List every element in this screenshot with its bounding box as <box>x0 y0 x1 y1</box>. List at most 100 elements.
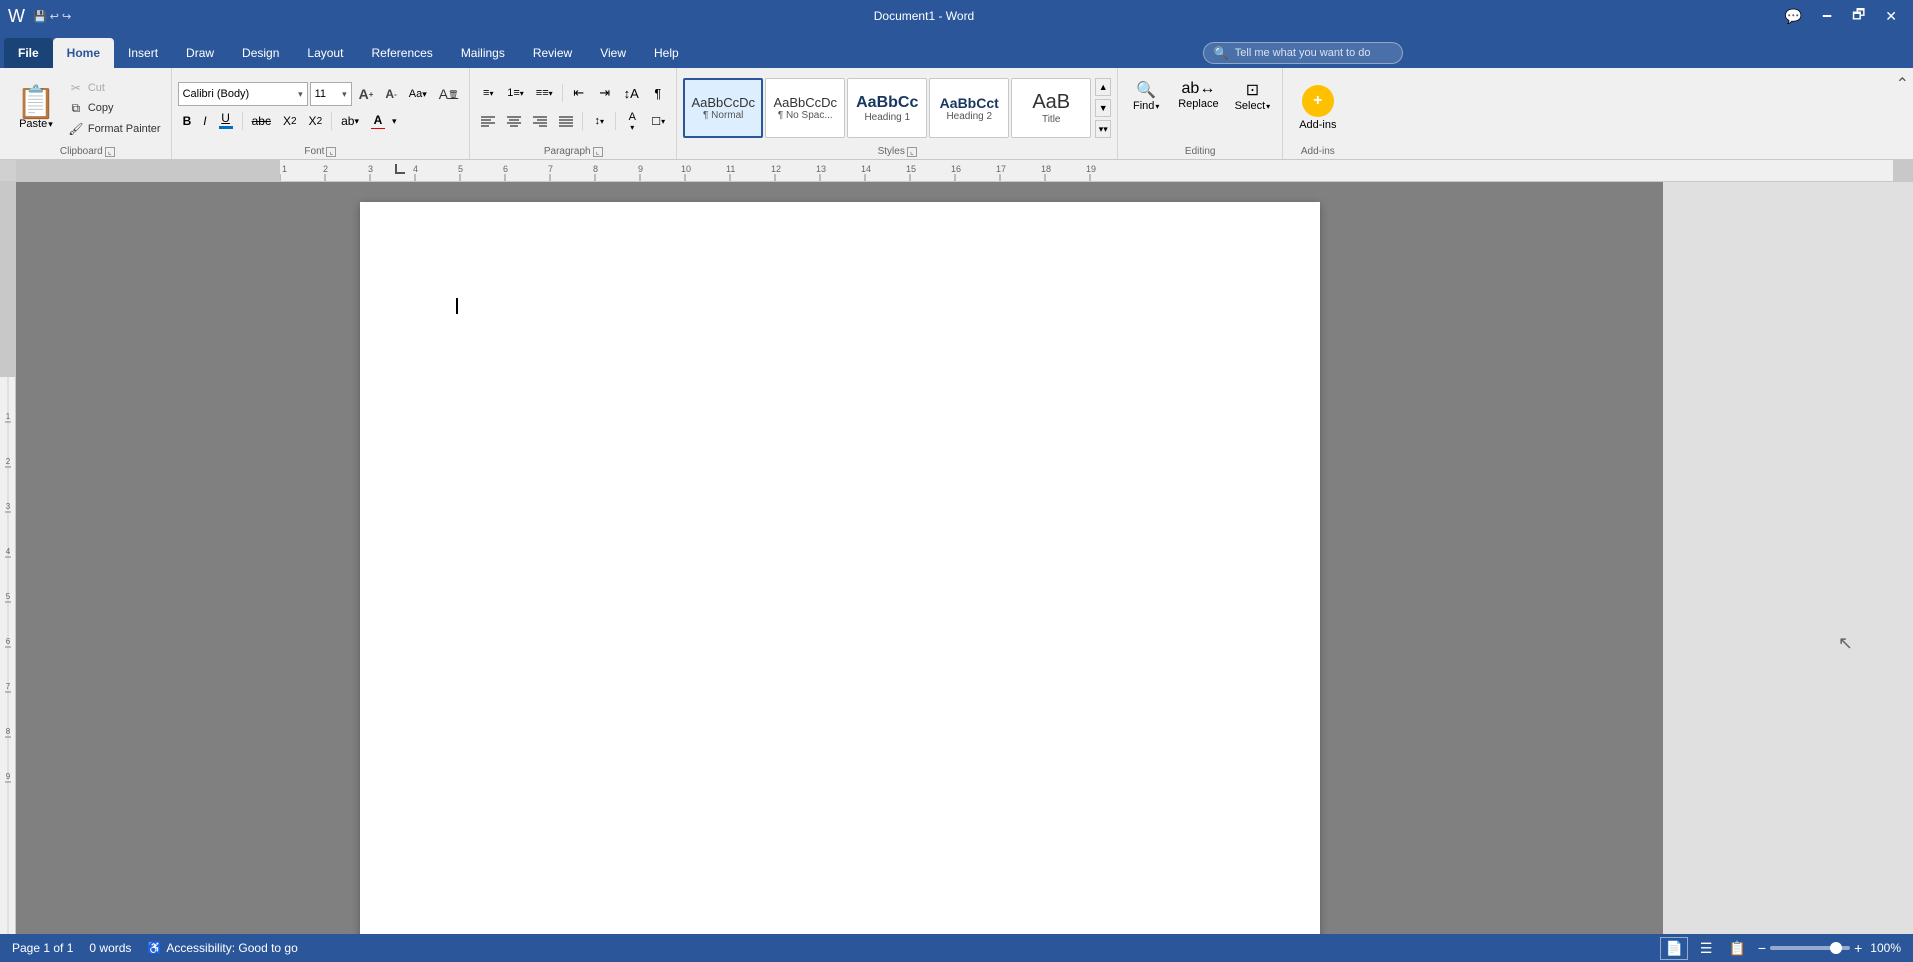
grow-font-button[interactable]: A+ <box>354 83 379 105</box>
page-content[interactable] <box>360 202 1320 934</box>
highlight-color-button[interactable]: ab▾ <box>336 110 364 132</box>
svg-text:12: 12 <box>771 164 781 174</box>
tab-file[interactable]: File <box>4 38 53 68</box>
maximize-button[interactable]: 🗗 <box>1844 0 1873 32</box>
zoom-level[interactable]: 100% <box>1870 941 1901 955</box>
style-normal-preview: AaBbCcDc <box>691 95 755 110</box>
document-page[interactable] <box>360 202 1320 934</box>
addins-button[interactable]: + Add-ins <box>1289 81 1346 135</box>
numbering-button[interactable]: 1≡▾ <box>502 81 529 105</box>
tab-stop-indicator[interactable] <box>395 164 405 174</box>
decrease-indent-button[interactable]: ⇤ <box>567 81 591 105</box>
show-paragraph-button[interactable]: ¶ <box>646 81 670 105</box>
style-normal[interactable]: AaBbCcDc ¶ Normal <box>683 78 763 138</box>
copy-button[interactable]: ⧉ Copy <box>64 99 165 118</box>
document-area[interactable] <box>16 182 1663 934</box>
zoom-minus-button[interactable]: − <box>1758 940 1766 956</box>
svg-text:5: 5 <box>458 164 463 174</box>
text-cursor <box>456 298 458 314</box>
superscript-button[interactable]: X2 <box>304 110 328 132</box>
styles-group-label: Styles ⌞ <box>683 144 1111 157</box>
minimize-button[interactable]: 🗕 <box>1814 0 1840 32</box>
style-title-label: Title <box>1042 114 1061 125</box>
style-heading2[interactable]: AaBbCct Heading 2 <box>929 78 1009 138</box>
horizontal-ruler: 1 2 3 4 5 6 7 8 9 10 11 12 13 1 <box>0 160 1913 182</box>
tab-home[interactable]: Home <box>53 38 114 68</box>
tab-review[interactable]: Review <box>519 38 586 68</box>
shading-button[interactable]: A ▾ <box>620 109 644 133</box>
increase-indent-button[interactable]: ⇥ <box>593 81 617 105</box>
web-layout-button[interactable]: ☰ <box>1696 938 1717 959</box>
accessibility-status[interactable]: ♿ Accessibility: Good to go <box>147 941 297 955</box>
status-bar: Page 1 of 1 0 words ♿ Accessibility: Goo… <box>0 934 1913 962</box>
svg-text:3: 3 <box>368 164 373 174</box>
border-button[interactable]: ☐▾ <box>646 109 670 133</box>
tab-mailings[interactable]: Mailings <box>447 38 519 68</box>
tab-help[interactable]: Help <box>640 38 693 68</box>
tab-draw[interactable]: Draw <box>172 38 228 68</box>
style-normal-label: ¶ Normal <box>703 110 743 121</box>
justify-button[interactable] <box>554 109 578 133</box>
style-no-spacing[interactable]: AaBbCcDc ¶ No Spac... <box>765 78 845 138</box>
paste-button[interactable]: 📋 Paste ▾ <box>10 82 62 134</box>
paragraph-group-label: Paragraph ⌞ <box>476 144 670 157</box>
replace-button[interactable]: ab↔ Replace <box>1172 76 1224 114</box>
styles-expand-icon[interactable]: ⌞ <box>907 147 917 157</box>
comment-icon[interactable]: 💬 <box>1777 4 1810 29</box>
font-name-selector[interactable]: Calibri (Body) ▾ <box>178 82 308 106</box>
zoom-track[interactable] <box>1770 946 1850 950</box>
font-group: Calibri (Body) ▾ 11 ▾ A+ A- Aa▾ A🗑 B I U <box>172 68 471 159</box>
svg-text:13: 13 <box>816 164 826 174</box>
font-size-selector[interactable]: 11 ▾ <box>310 82 352 106</box>
clear-formatting-button[interactable]: A🗑 <box>434 83 464 105</box>
zoom-plus-button[interactable]: + <box>1854 940 1862 956</box>
strikethrough-button[interactable]: abc <box>247 110 276 132</box>
styles-expand[interactable]: ▾▾ <box>1095 120 1111 138</box>
tab-view[interactable]: View <box>586 38 640 68</box>
collapse-ribbon-button[interactable]: ⌃ <box>1896 68 1909 159</box>
find-button[interactable]: 🔍 Find▾ <box>1124 76 1168 116</box>
svg-text:8: 8 <box>6 727 11 736</box>
format-painter-button[interactable]: 🖌 Format Painter <box>64 120 165 138</box>
sort-button[interactable]: ↕A <box>619 81 644 105</box>
bullets-button[interactable]: ≡▾ <box>476 81 500 105</box>
tab-design[interactable]: Design <box>228 38 293 68</box>
read-mode-button[interactable]: 📋 <box>1724 938 1749 959</box>
clipboard-expand-icon[interactable]: ⌞ <box>105 147 115 157</box>
ribbon: 📋 Paste ▾ ✂ Cut ⧉ Copy 🖌 Format Painter <box>0 68 1913 160</box>
change-case-button[interactable]: Aa▾ <box>404 83 432 105</box>
subscript-button[interactable]: X2 <box>278 110 302 132</box>
svg-text:18: 18 <box>1041 164 1051 174</box>
paragraph-expand-icon[interactable]: ⌞ <box>593 147 603 157</box>
cut-button[interactable]: ✂ Cut <box>64 79 165 97</box>
ruler-active[interactable]: 1 2 3 4 5 6 7 8 9 10 11 12 13 1 <box>280 160 1893 181</box>
font-expand-icon[interactable]: ⌞ <box>326 147 336 157</box>
tell-me-box[interactable]: 🔍 Tell me what you want to do <box>1203 42 1403 64</box>
font-row-1: Calibri (Body) ▾ 11 ▾ A+ A- Aa▾ A🗑 <box>178 82 464 106</box>
shrink-font-button[interactable]: A- <box>380 83 401 105</box>
close-button[interactable]: ✕ <box>1877 4 1905 29</box>
align-center-button[interactable] <box>502 109 526 133</box>
style-heading1[interactable]: AaBbCc Heading 1 <box>847 78 927 138</box>
vruler-marks: 1 2 3 4 5 6 7 8 9 <box>0 377 16 934</box>
align-left-button[interactable] <box>476 109 500 133</box>
underline-button[interactable]: U <box>214 110 238 132</box>
multilevel-button[interactable]: ≡≡▾ <box>531 81 558 105</box>
ribbon-spacer <box>1352 68 1895 159</box>
bold-button[interactable]: B <box>178 110 197 132</box>
svg-text:1: 1 <box>282 164 287 174</box>
styles-scroll-down[interactable]: ▼ <box>1095 99 1111 117</box>
style-nospace-label: ¶ No Spac... <box>778 110 833 121</box>
styles-scroll-up[interactable]: ▲ <box>1095 78 1111 96</box>
print-layout-button[interactable]: 📄 <box>1660 937 1687 960</box>
tab-references[interactable]: References <box>357 38 446 68</box>
zoom-thumb[interactable] <box>1830 942 1842 954</box>
font-color-button[interactable]: A <box>366 110 390 132</box>
italic-button[interactable]: I <box>198 110 211 132</box>
style-title[interactable]: AaB Title <box>1011 78 1091 138</box>
tab-insert[interactable]: Insert <box>114 38 172 68</box>
align-right-button[interactable] <box>528 109 552 133</box>
select-button[interactable]: ⊡ Select▾ <box>1229 76 1277 116</box>
line-spacing-button[interactable]: ↕▾ <box>587 109 611 133</box>
tab-layout[interactable]: Layout <box>293 38 357 68</box>
